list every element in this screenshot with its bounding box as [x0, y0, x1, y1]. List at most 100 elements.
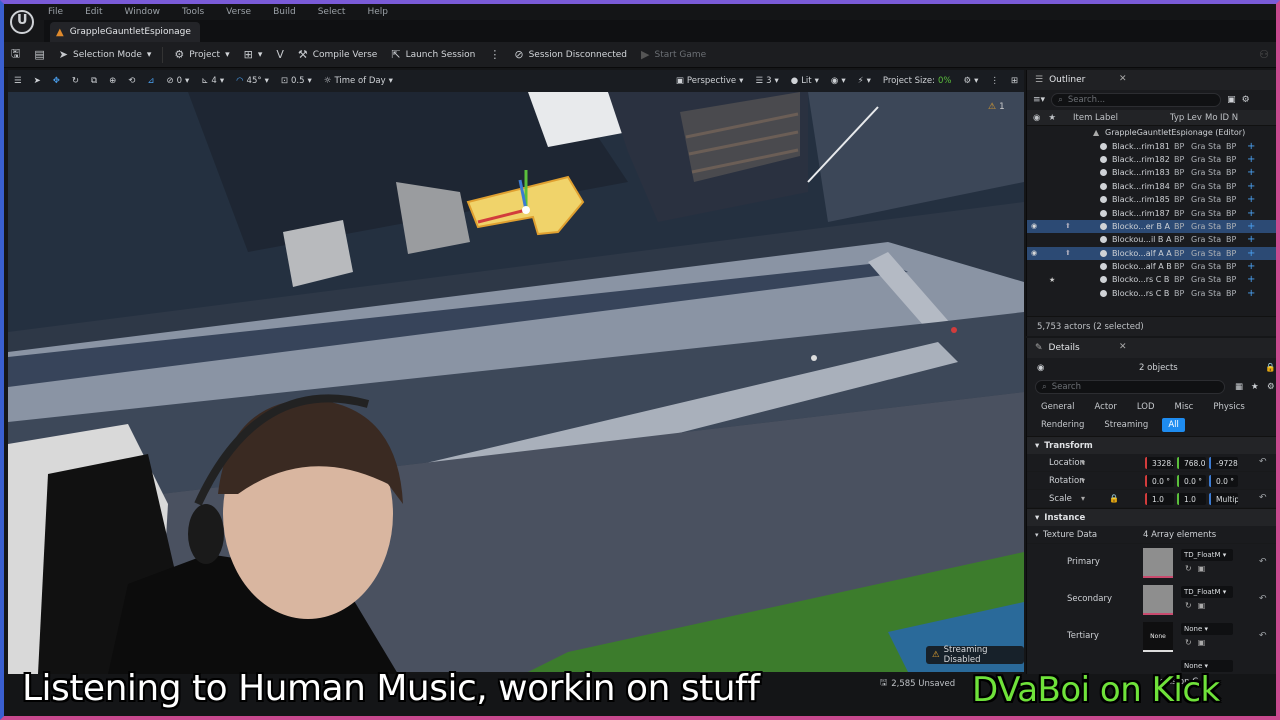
reset-arrow-icon[interactable]: ↶ [1259, 631, 1267, 641]
column-id[interactable]: ID N [1220, 113, 1238, 123]
outliner-row[interactable]: ◉ ⬆ Blocko...er B A BP Gra Sta BP + [1027, 219, 1276, 234]
tertiary-thumbnail[interactable]: None [1143, 622, 1173, 652]
angle-snap-value[interactable]: ◠ 45° ▾ [230, 72, 275, 90]
add-icon[interactable]: + [1247, 234, 1255, 245]
category-tab-actor[interactable]: Actor [1089, 400, 1123, 414]
scale-y-input[interactable]: 1.0 [1177, 493, 1206, 505]
category-tab-general[interactable]: General [1035, 400, 1081, 414]
unsaved-indicator[interactable]: 🖫 2,585 Unsaved [880, 677, 955, 691]
outliner-search-input[interactable]: ⌕ Search... [1051, 93, 1222, 107]
warning-indicator[interactable]: ⚠ 1 [988, 102, 1005, 112]
add-icon[interactable]: + [1247, 141, 1255, 152]
location-y-input[interactable]: 768.0 [1177, 457, 1206, 469]
selection-mode-dropdown[interactable]: ➤ Selection Mode ▾ [52, 44, 159, 66]
category-tab-misc[interactable]: Misc [1169, 400, 1200, 414]
menu-select[interactable]: Select [318, 7, 346, 17]
show-flags-dropdown[interactable]: ◉ ▾ [825, 72, 852, 90]
outliner-root-row[interactable]: ▲ GrappleGauntletEspionage (Editor) [1027, 126, 1276, 139]
details-search-input[interactable]: ⌕ Search [1035, 380, 1225, 394]
realtime-dropdown[interactable]: ⚡ ▾ [852, 72, 877, 90]
category-tab-all[interactable]: All [1162, 418, 1185, 432]
more-options-button[interactable]: ⋮ [482, 44, 507, 66]
column-type[interactable]: Typ [1170, 113, 1184, 123]
world-space-button[interactable]: ⊕ [103, 72, 122, 90]
asset-actions[interactable]: ↻▣ [1185, 638, 1211, 647]
maximize-viewport-button[interactable]: ⊞ [1005, 72, 1024, 90]
outliner-row[interactable]: Black...rim183 BP Gra Sta BP + [1027, 166, 1276, 179]
viewport-more-button[interactable]: ⋮ [984, 72, 1005, 90]
reset-arrow-icon[interactable]: ↶ [1259, 557, 1267, 567]
menu-tools[interactable]: Tools [182, 7, 204, 17]
add-actor-dropdown[interactable]: ⊞ ▾ [237, 44, 270, 66]
close-icon[interactable]: ✕ [1119, 342, 1127, 352]
settings-icon[interactable]: ⚙ [1267, 382, 1275, 392]
reset-arrow-icon[interactable]: ↶ [1259, 457, 1267, 467]
view-layout-dropdown[interactable]: ☰ 3 ▾ [749, 72, 784, 90]
add-folder-icon[interactable]: ▣ [1227, 95, 1236, 105]
category-tab-rendering[interactable]: Rendering [1035, 418, 1090, 432]
outliner-row[interactable]: Blocko...rs C B BP Gra Sta BP + [1027, 287, 1276, 300]
primary-thumbnail[interactable] [1143, 548, 1173, 578]
menu-verse[interactable]: Verse [226, 7, 251, 17]
perspective-dropdown[interactable]: ▣ Perspective ▾ [670, 72, 750, 90]
rotation-y-input[interactable]: 0.0 ° [1177, 475, 1206, 487]
secondary-thumbnail[interactable] [1143, 585, 1173, 615]
transform-section[interactable]: ▾ Transform [1027, 436, 1276, 454]
compile-verse-button[interactable]: ⚒ Compile Verse [291, 44, 384, 66]
lock-icon[interactable]: 🔒 [1265, 363, 1276, 373]
outliner-row[interactable]: ★ Blocko...rs C B BP Gra Sta BP + [1027, 273, 1276, 286]
add-icon[interactable]: + [1247, 221, 1255, 232]
grid-snap-value[interactable]: ⊘ 0 ▾ [160, 72, 195, 90]
save-button[interactable]: 🖫 [4, 44, 27, 66]
launch-session-button[interactable]: ⇱ Launch Session [384, 44, 482, 66]
add-icon[interactable]: + [1247, 248, 1255, 259]
add-icon[interactable]: + [1247, 181, 1255, 192]
select-tool-button[interactable]: ➤ [28, 72, 47, 90]
reset-arrow-icon[interactable]: ↶ [1259, 493, 1267, 503]
outliner-tab[interactable]: ☰ Outliner ✕ [1027, 70, 1276, 90]
details-tab[interactable]: ✎ Details ✕ [1027, 338, 1276, 358]
document-tab[interactable]: ▲ GrappleGauntletEspionage [50, 22, 200, 42]
chevron-down-icon[interactable]: ▾ [1081, 476, 1085, 485]
outliner-row[interactable]: Blockou...il B A BP Gra Sta BP + [1027, 233, 1276, 246]
asset-actions[interactable]: ↻▣ [1185, 601, 1211, 610]
translate-tool-button[interactable]: ✥ [47, 72, 66, 90]
add-icon[interactable]: + [1247, 154, 1255, 165]
scale-z-input[interactable]: Multip [1209, 493, 1238, 505]
eye-icon[interactable]: ◉ [1031, 222, 1037, 230]
outliner-row[interactable]: ◉ ⬆ Blocko...alf A A BP Gra Sta BP + [1027, 246, 1276, 260]
content-browser-button[interactable]: ▤ [27, 44, 51, 66]
rotation-z-input[interactable]: 0.0 ° [1209, 475, 1238, 487]
chevron-down-icon[interactable]: ▾ [1081, 458, 1085, 467]
add-icon[interactable]: + [1247, 167, 1255, 178]
close-icon[interactable]: ✕ [1119, 74, 1127, 84]
menu-file[interactable]: File [48, 7, 63, 17]
lock-icon[interactable]: 🔒 [1109, 494, 1119, 503]
secondary-asset-picker[interactable]: TD_FloatM ▾ [1181, 586, 1233, 598]
visibility-column-icon[interactable]: ◉ [1033, 113, 1040, 123]
view-mode-dropdown[interactable]: ● Lit ▾ [785, 72, 825, 90]
filter-icon[interactable]: ≡▾ [1033, 95, 1045, 105]
instance-section[interactable]: ▾ Instance [1027, 508, 1276, 526]
category-tab-physics[interactable]: Physics [1207, 400, 1250, 414]
scale-snap-value[interactable]: ⊡ 0.5 ▾ [275, 72, 318, 90]
menu-help[interactable]: Help [367, 7, 388, 17]
add-icon[interactable]: + [1247, 194, 1255, 205]
add-icon[interactable]: + [1247, 261, 1255, 272]
column-level[interactable]: Lev [1187, 113, 1202, 123]
pin-icon[interactable]: ⬆ [1065, 249, 1071, 257]
scale-tool-button[interactable]: ⧉ [85, 72, 103, 90]
menu-window[interactable]: Window [125, 7, 161, 17]
verse-button[interactable]: Ⅴ [269, 44, 291, 66]
menu-build[interactable]: Build [273, 7, 296, 17]
scale-x-input[interactable]: 1.0 [1145, 493, 1174, 505]
viewport-settings-button[interactable]: ⚙ ▾ [957, 72, 984, 90]
pin-icon[interactable]: ⬆ [1065, 222, 1071, 230]
chevron-down-icon[interactable]: ▾ [1035, 531, 1039, 539]
snap-surface-button[interactable]: ⟲ [122, 72, 141, 90]
settings-icon[interactable]: ⚙ [1242, 95, 1250, 105]
add-icon[interactable]: + [1247, 274, 1255, 285]
menu-edit[interactable]: Edit [85, 7, 102, 17]
outliner-row[interactable]: Black...rim184 BP Gra Sta BP + [1027, 180, 1276, 193]
rotation-x-input[interactable]: 0.0 ° [1145, 475, 1174, 487]
